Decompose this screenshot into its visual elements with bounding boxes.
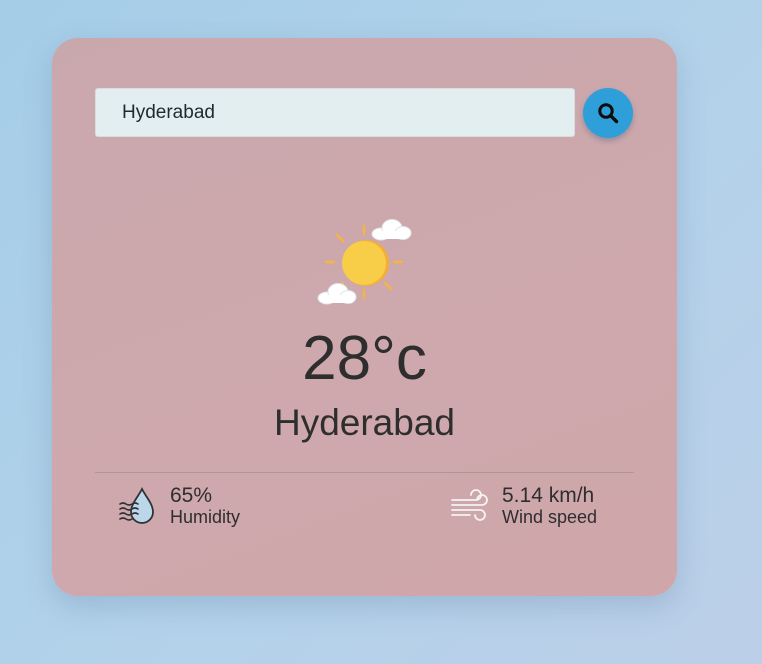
wind-stat: 5.14 km/h Wind speed — [450, 484, 597, 529]
temperature: 28°c — [302, 324, 427, 393]
wind-label: Wind speed — [502, 507, 598, 528]
city-name: Hyderabad — [273, 402, 455, 443]
search-input[interactable] — [95, 88, 575, 137]
humidity-text: 65% Humidity — [170, 484, 240, 529]
search-button[interactable] — [583, 88, 633, 138]
divider — [95, 472, 634, 473]
wind-value: 5.14 km/h — [502, 484, 595, 507]
sun-with-clouds-icon — [317, 219, 412, 305]
humidity-label: Humidity — [170, 507, 241, 528]
wind-text: 5.14 km/h Wind speed — [502, 484, 597, 529]
search-icon — [598, 103, 619, 124]
humidity-stat: 65% Humidity — [118, 484, 240, 529]
humidity-value: 65% — [170, 484, 213, 507]
wind-icon — [451, 489, 488, 522]
humidity-icon — [119, 487, 154, 525]
weather-card: 28°c Hyderabad 65% Humidity — [52, 38, 677, 596]
